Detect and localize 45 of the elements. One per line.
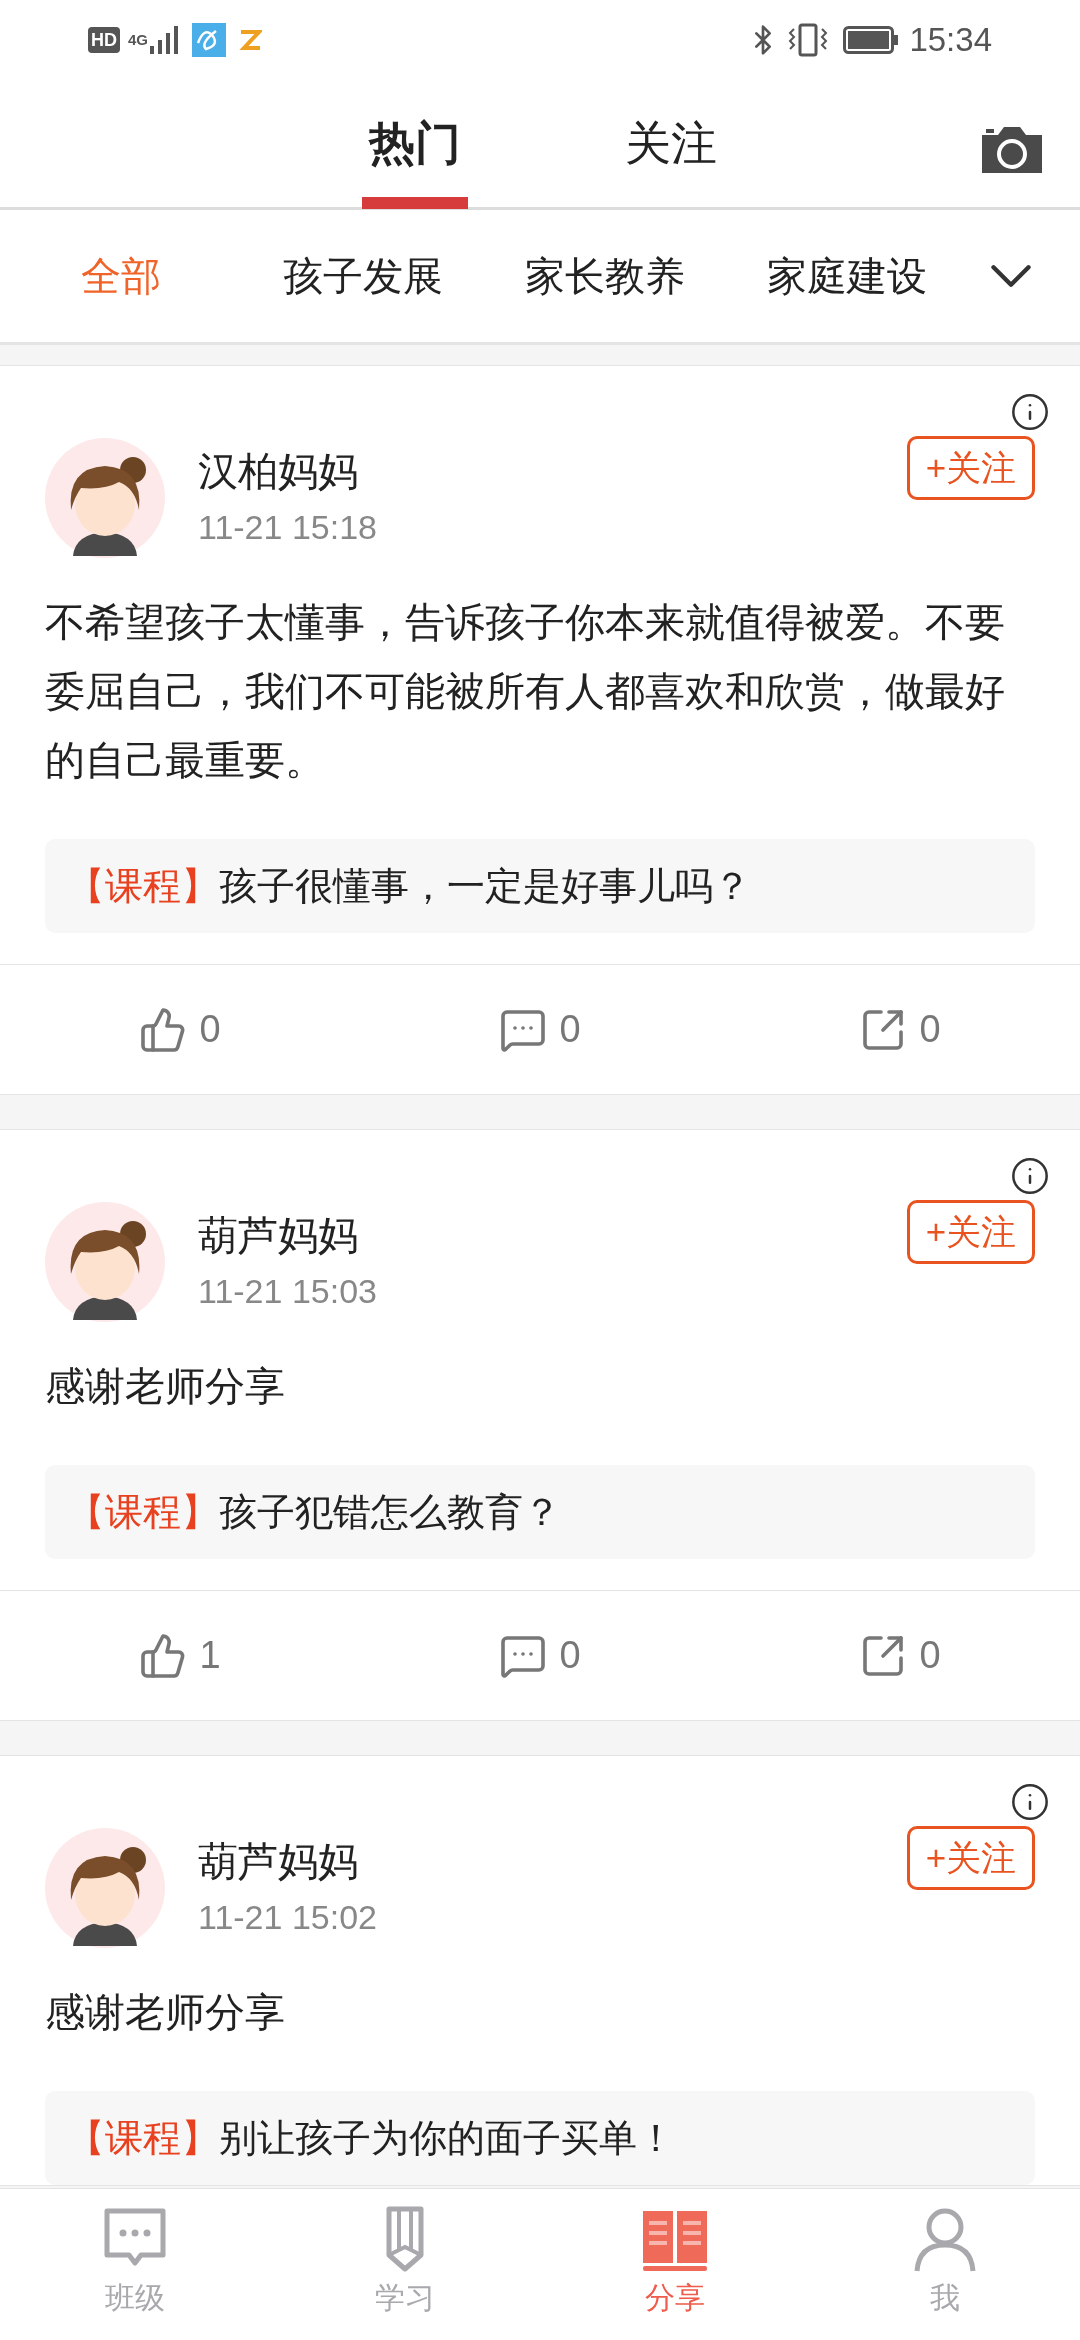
post-text: 感谢老师分享 [44,1989,286,2036]
nav-item[interactable]: 学习 [270,2189,540,2340]
follow-button[interactable]: +关注 [907,436,1035,500]
nav-item[interactable]: 分享 [540,2189,810,2340]
category-tab[interactable]: 家长教养 [484,246,726,306]
info-icon[interactable] [1010,1156,1050,1196]
network-label: 4G [128,29,148,50]
comment-button[interactable]: 0 [360,1591,720,1720]
avatar-icon [45,1202,165,1322]
app-icon [192,23,226,57]
post-text: 不希望孩子太懂事，告诉孩子你本来就值得被爱。不要委屈自己，我们不可能被所有人都喜欢和欣赏，做最好的自己最重要。 [44,599,1006,784]
category-tab[interactable]: 家庭建设 [726,246,968,306]
info-icon[interactable] [1010,1782,1050,1822]
follow-button[interactable]: +关注 [907,1200,1035,1264]
clock-time: 15:34 [909,20,992,61]
feed-tab[interactable]: 热门 [362,78,468,209]
post-time: 11-21 15:03 [198,1271,378,1312]
author-name: 葫芦妈妈 [198,1838,359,1885]
avatar-icon [45,1828,165,1948]
nav-item[interactable]: 班级 [0,2189,270,2340]
signal-icon [150,26,180,54]
hd-badge: HD [88,27,120,53]
nav-item[interactable]: 我 [810,2189,1080,2340]
feed-tab[interactable]: 关注 [618,78,724,209]
avatar-icon [45,438,165,558]
share-button[interactable]: 0 [720,965,1080,1094]
follow-button[interactable]: +关注 [907,1826,1035,1890]
like-button[interactable]: 0 [0,965,360,1094]
category-tab[interactable]: 全部 [0,246,242,306]
like-button[interactable]: 1 [0,1591,360,1720]
course-link[interactable]: 【课程】孩子很懂事，一定是好事儿吗？ [45,839,1035,933]
info-icon[interactable] [1010,392,1050,432]
post-text: 感谢老师分享 [44,1363,286,1410]
battery-icon [843,26,900,54]
course-link[interactable]: 【课程】别让孩子为你的面子买单！ [45,2091,1035,2185]
course-link[interactable]: 【课程】孩子犯错怎么教育？ [45,1465,1035,1559]
post-time: 11-21 15:02 [198,1897,378,1938]
post-time: 11-21 15:18 [198,507,378,548]
author-name: 葫芦妈妈 [198,1212,359,1259]
author-name: 汉柏妈妈 [198,448,359,495]
comment-button[interactable]: 0 [360,965,720,1094]
category-tab[interactable]: 孩子发展 [242,246,484,306]
share-button[interactable]: 0 [720,1591,1080,1720]
app-logo-icon [238,28,262,52]
vibrate-icon [787,23,830,57]
